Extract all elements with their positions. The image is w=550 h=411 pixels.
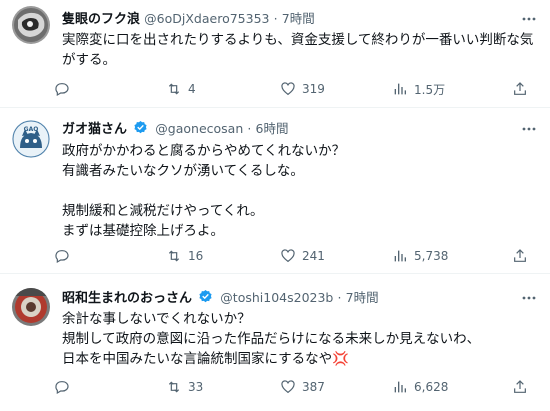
retweet-icon [168,83,180,95]
separator: · [337,290,342,305]
share-icon [514,380,526,393]
like-count: 319 [302,82,325,96]
tweet-header: ガオ猫さん @gaonecosan · 6時間 [62,120,289,138]
verified-badge-icon [134,120,147,134]
timestamp[interactable]: 7時間 [346,290,379,305]
user-handle[interactable]: @gaonecosan [155,121,243,136]
retweet-icon [168,250,180,262]
timestamp[interactable]: 6時間 [256,121,289,136]
views-icon [394,83,406,95]
like-button[interactable]: 241 [280,245,325,267]
retweet-button[interactable]: 4 [166,78,196,100]
views-icon [394,381,406,393]
retweet-button[interactable]: 16 [166,245,203,267]
display-name[interactable]: 隻眼のフク浪 [62,12,140,27]
view-count: 5,738 [414,249,449,263]
views-button[interactable]: 1.5万 [392,78,445,100]
view-count: 6,628 [414,380,449,394]
like-button[interactable]: 387 [280,376,325,398]
tweet-header: 昭和生まれのおっさん @toshi104s2023b · 7時間 [62,289,379,307]
display-name[interactable]: ガオ猫さん [62,122,127,137]
like-icon [281,82,295,96]
user-handle[interactable]: @6oDjXdaero75353 [144,11,269,26]
user-handle[interactable]: @toshi104s2023b [220,290,333,305]
views-button[interactable]: 6,628 [392,376,448,398]
like-button[interactable]: 319 [280,78,325,100]
like-count: 387 [302,380,325,394]
share-button[interactable] [512,78,534,100]
reply-icon [55,381,69,395]
share-button[interactable] [512,245,534,267]
like-icon [281,380,295,394]
timestamp[interactable]: 7時間 [282,11,315,26]
like-count: 241 [302,249,325,263]
action-bar: 16 241 5,738 [54,245,534,267]
tweet-1[interactable]: 隻眼のフク浪 @6oDjXdaero75353 · 7時間 実際変に口を出された… [0,0,550,108]
action-bar: 4 319 1.5万 [54,78,534,100]
tweet-text: 実際変に口を出されたりするよりも、資金支援して終わりが一番いい判断な気がする。 [62,32,534,68]
reply-icon [55,250,69,264]
separator: · [273,11,278,26]
share-icon [514,82,526,95]
tweet-text: 政府がかかわると腐るからやめてくれないか？ 有識者みたいなクソが湧いてくるしな。… [62,143,346,239]
display-name[interactable]: 昭和生まれのおっさん [62,291,192,306]
tweet-text: 余計な事しないでくれないか？ 規制して政府の意図に沿った作品だらけになる未来しか… [62,311,481,367]
tweet-2[interactable]: GAO ガオ猫さん @gaonecosan · 6時間 政府がかかわると腐るから… [0,108,550,274]
reply-button[interactable] [54,78,76,100]
retweet-button[interactable]: 33 [166,376,203,398]
more-icon[interactable] [520,289,538,307]
svg-text:GAO: GAO [24,126,39,133]
views-button[interactable]: 5,738 [392,245,448,267]
retweet-icon [168,381,180,393]
verified-badge-icon [199,289,212,303]
retweet-count: 16 [188,249,204,263]
action-bar: 33 387 6,628 [54,376,534,398]
separator: · [247,121,252,136]
more-icon[interactable] [520,10,538,28]
tweet-header: 隻眼のフク浪 @6oDjXdaero75353 · 7時間 [62,10,315,28]
views-icon [394,250,406,262]
share-icon [514,249,526,262]
retweet-count: 4 [188,82,196,96]
reply-button[interactable] [54,245,76,267]
more-icon[interactable] [520,120,538,138]
avatar[interactable] [12,6,50,44]
avatar[interactable] [12,288,50,326]
retweet-count: 33 [188,380,204,394]
share-button[interactable] [512,376,534,398]
like-icon [281,249,295,263]
avatar[interactable]: GAO [12,120,50,158]
view-count: 1.5万 [414,82,446,97]
reply-icon [55,83,69,97]
reply-button[interactable] [54,376,76,398]
tweet-3[interactable]: 昭和生まれのおっさん @toshi104s2023b · 7時間 余計な事しない… [0,274,550,411]
